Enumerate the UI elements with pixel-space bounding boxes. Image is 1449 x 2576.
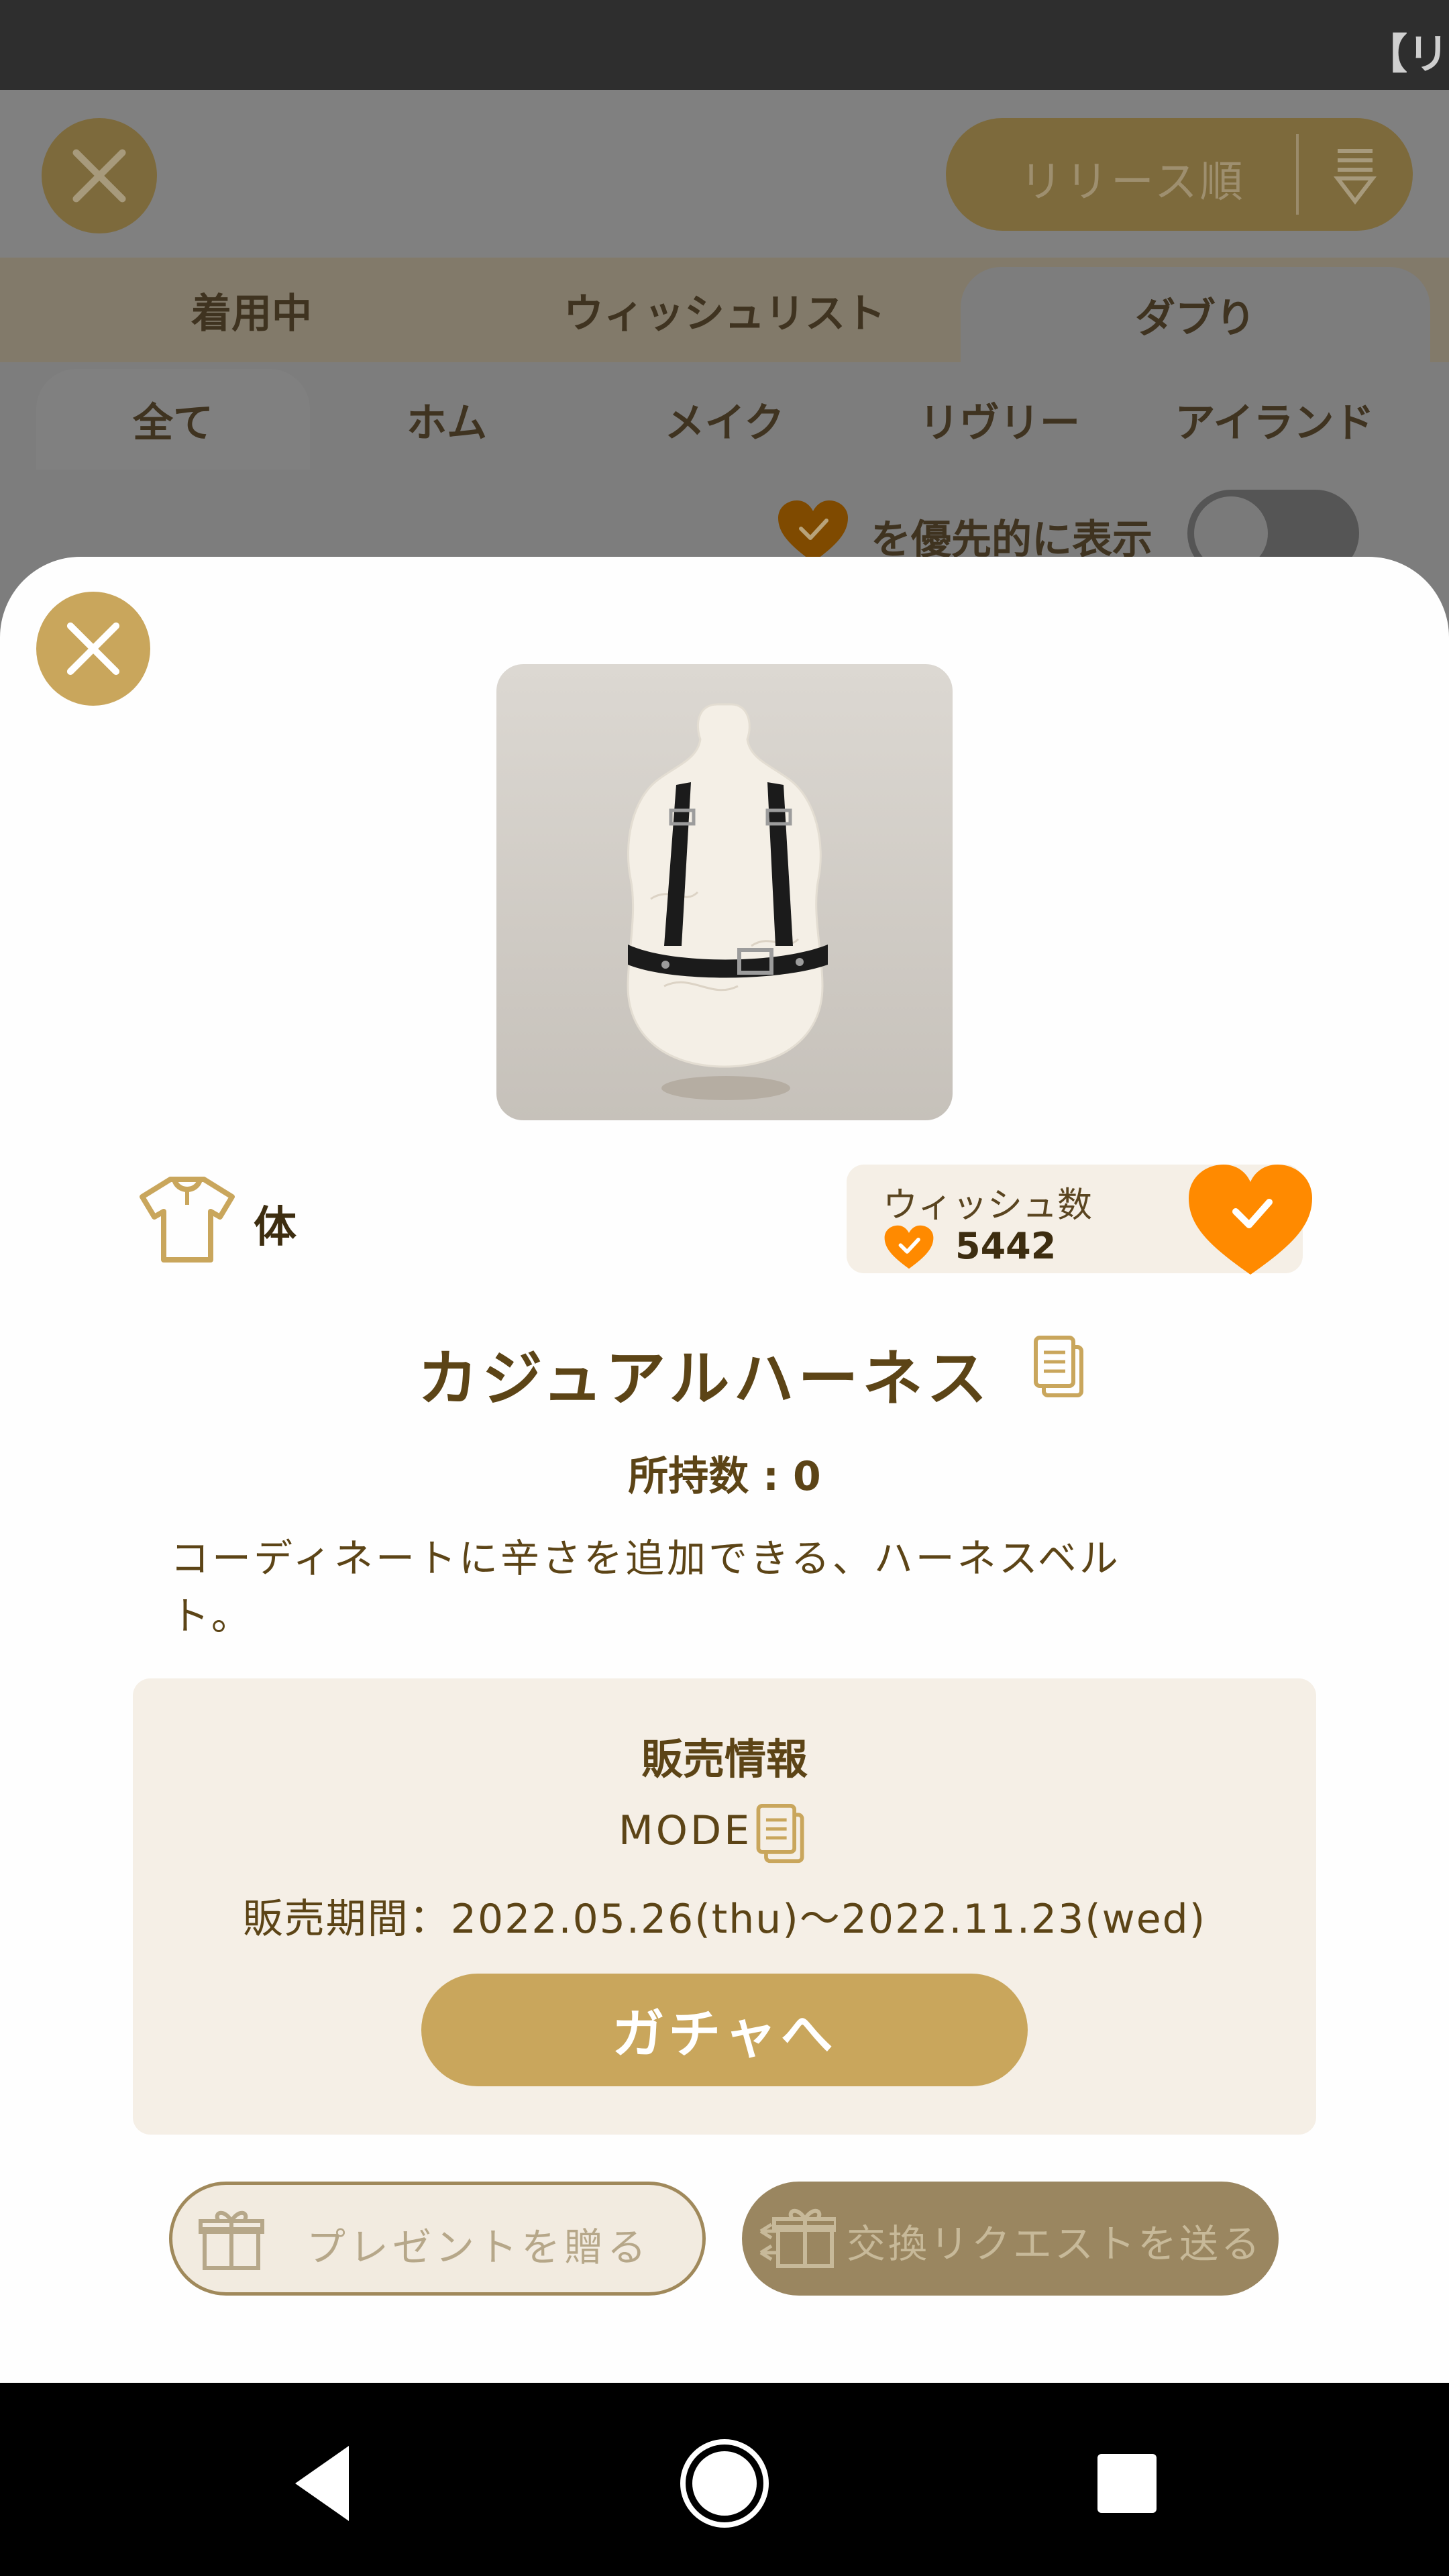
item-title: カジュアルハーネス: [417, 1344, 991, 1414]
present-button[interactable]: プレゼントを贈る: [169, 2182, 706, 2296]
sort-divider: [1296, 134, 1299, 215]
sales-period: 販売期間：2022.05.26(thu)〜2022.11.23(wed): [242, 1896, 1207, 1943]
tab-wearing: 着用中: [191, 290, 312, 337]
tab-duplicates: ダブり: [961, 267, 1430, 362]
gift-icon: [199, 2210, 264, 2270]
heart-icon: [884, 1225, 934, 1269]
sort-label: リリース順: [1020, 158, 1246, 207]
copy-icon[interactable]: [755, 1803, 806, 1865]
harness-item-image: [627, 703, 828, 1100]
home-icon: [680, 2439, 769, 2528]
gacha-button[interactable]: ガチャへ: [421, 1974, 1028, 2086]
item-description: コーディネートに辛さを追加できる、ハーネスベルト。: [170, 1536, 1121, 1639]
trade-request-button[interactable]: 交換リクエストを送る: [742, 2182, 1279, 2296]
close-icon: [72, 149, 126, 203]
wish-title: ウィッシュ数: [883, 1185, 1093, 1226]
navigation-bar: [0, 2383, 1449, 2576]
sub-tab-livly: リヴリー: [919, 399, 1080, 447]
present-label: プレゼントを贈る: [307, 2224, 651, 2270]
sub-tab-island: アイランド: [1175, 399, 1375, 447]
category-label: 体: [254, 1203, 297, 1252]
sort-dropdown: リリース順: [946, 118, 1413, 231]
tab-row: 着用中 ウィッシュリスト ダブり: [0, 258, 1449, 362]
close-button[interactable]: [36, 592, 150, 706]
sales-mode: MODE: [619, 1807, 753, 1854]
background-close-button: [42, 118, 157, 233]
back-button[interactable]: [275, 2436, 369, 2530]
status-bar: 【リ: [0, 0, 1449, 90]
home-button[interactable]: [678, 2436, 771, 2530]
sort-icon: [1333, 149, 1377, 205]
wish-count: 5442: [955, 1225, 1057, 1267]
sub-tab-row: 全て ホム メイク リヴリー アイランド: [0, 362, 1449, 470]
status-text: 【リ: [1365, 30, 1449, 78]
heart-icon: [778, 500, 848, 562]
back-icon: [295, 2446, 349, 2521]
recents-button[interactable]: [1080, 2436, 1174, 2530]
shirt-icon: [140, 1177, 235, 1263]
tab-wishlist: ウィッシュリスト: [564, 290, 885, 337]
sub-tab-home: ホム: [407, 399, 487, 447]
exchange-gift-icon: [759, 2208, 836, 2268]
owned-count: 所持数 : 0: [628, 1453, 821, 1500]
sub-tab-all: 全て: [36, 369, 310, 470]
trade-label: 交換リクエストを送る: [847, 2221, 1263, 2267]
copy-icon[interactable]: [1033, 1335, 1085, 1399]
wishlist-heart-button[interactable]: [1185, 1161, 1316, 1277]
sales-title: 販売情報: [641, 1735, 808, 1784]
close-icon: [66, 622, 120, 676]
recents-icon: [1097, 2454, 1157, 2513]
sub-tab-make: メイク: [664, 399, 785, 447]
item-image: [496, 664, 953, 1120]
sales-info-box: 販売情報 MODE 販売期間：2022.05.26(thu)〜2022.11.2…: [133, 1678, 1316, 2135]
